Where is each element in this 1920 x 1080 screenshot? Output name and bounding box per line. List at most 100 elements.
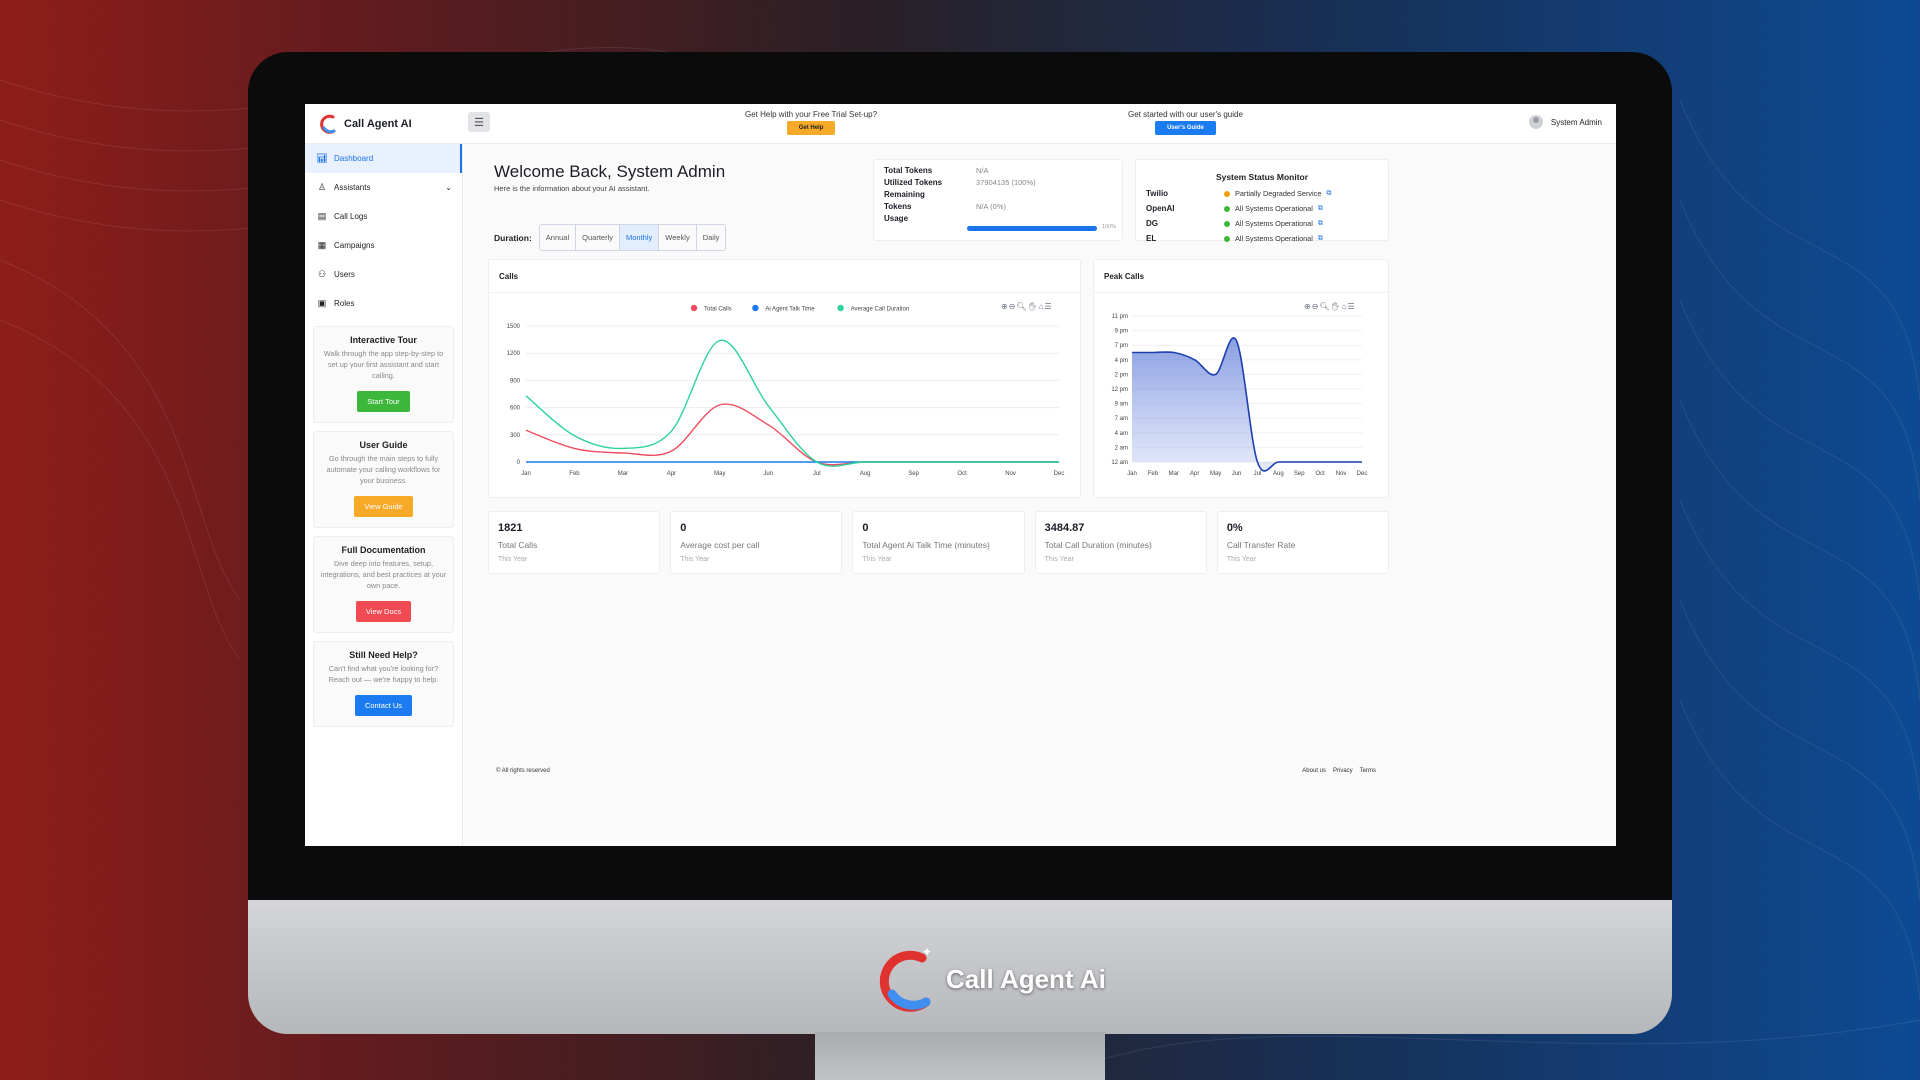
start-tour-button[interactable]: Start Tour xyxy=(357,391,410,412)
y-tick-label: 300 xyxy=(510,433,521,439)
help-banner: Get Help with your Free Trial Set-up? Ge… xyxy=(745,110,877,135)
duration-option-quarterly[interactable]: Quarterly xyxy=(576,225,620,250)
card-text: Walk through the app step-by-step to set… xyxy=(323,349,444,380)
x-tick-label: Jan xyxy=(1127,471,1137,477)
utilized-tokens-label: Utilized Tokens xyxy=(884,178,943,187)
duration-option-annual[interactable]: Annual xyxy=(540,225,577,250)
guide-banner: Get started with our user's guide User's… xyxy=(1128,110,1243,135)
x-tick-label: Nov xyxy=(1336,471,1347,477)
status-row-el: EL All Systems Operational ⧉ xyxy=(1146,231,1378,246)
y-tick-label: 11 pm xyxy=(1112,314,1128,320)
chin-brand-name: Call Agent Ai xyxy=(946,963,1106,994)
menu-toggle-button[interactable]: ☰ xyxy=(468,112,490,132)
duration-option-daily[interactable]: Daily xyxy=(697,225,726,250)
guide-text: Get started with our user's guide xyxy=(1128,110,1243,119)
chin-brand: ✦ Call Agent Ai xyxy=(874,944,1106,1014)
x-tick-label: Jul xyxy=(1254,471,1262,477)
chart-icon: 📊︎ xyxy=(316,153,328,163)
stat-total-calls: 1821 Total Calls This Year xyxy=(488,511,661,574)
stat-period: This Year xyxy=(1226,556,1256,563)
user-name: System Admin xyxy=(1550,117,1602,127)
x-tick-label: Dec xyxy=(1054,471,1065,477)
x-tick-label: Jul xyxy=(813,471,821,477)
external-link-icon[interactable]: ⧉ xyxy=(1318,220,1323,228)
duration-option-monthly[interactable]: Monthly xyxy=(619,225,660,250)
x-tick-label: Jan xyxy=(521,471,531,477)
users-icon: ⚇ xyxy=(317,269,327,279)
app-logo[interactable]: Call Agent AI xyxy=(319,113,412,135)
y-tick-label: 7 pm xyxy=(1115,343,1128,349)
sidebar-item-users[interactable]: ⚇ Users xyxy=(305,260,462,289)
service-name: EL xyxy=(1146,234,1157,243)
footer-link-about[interactable]: About us xyxy=(1302,768,1326,774)
card-title: User Guide xyxy=(359,440,408,450)
y-tick-label: 12 am xyxy=(1111,460,1128,466)
svg-text:✦: ✦ xyxy=(922,945,932,959)
service-state: All Systems Operational xyxy=(1235,204,1313,213)
welcome-header: Welcome Back, System Admin Here is the i… xyxy=(494,162,725,193)
tokens-label: Tokens xyxy=(884,202,912,211)
sidebar-item-campaigns[interactable]: ▦ Campaigns xyxy=(305,231,462,260)
y-tick-label: 9 pm xyxy=(1115,329,1128,335)
sidebar-item-dashboard[interactable]: 📊︎ Dashboard xyxy=(305,144,462,173)
card-title: Still Need Help? xyxy=(349,650,418,660)
y-tick-label: 4 am xyxy=(1115,431,1128,437)
sidebar-item-roles[interactable]: ▣ Roles xyxy=(305,289,462,318)
service-name: OpenAI xyxy=(1146,204,1175,213)
users-guide-button[interactable]: User's Guide xyxy=(1155,121,1216,135)
external-link-icon[interactable]: ⧉ xyxy=(1326,190,1331,198)
sidebar-item-label: Roles xyxy=(334,299,355,308)
utilized-tokens-value: 37904135 (100%) xyxy=(976,178,1036,187)
campaign-icon: ▦ xyxy=(317,240,327,250)
calls-chart: 0 300 600 900 1200 1500 Jan Feb Mar Apr May Jun Jul A… xyxy=(507,304,1065,477)
stat-period: This Year xyxy=(862,556,892,563)
menu-icon: ☰ xyxy=(474,116,484,129)
stat-average-cost: 0 Average cost per call This Year xyxy=(670,511,843,574)
y-tick-label: 9 am xyxy=(1115,402,1128,408)
peak-calls-chart-panel: Peak Calls ⊕⊖🔍︎✋︎⌂☰ 12 am 2 am 4 am 7 am 9 a… xyxy=(1093,259,1389,498)
chevron-down-icon: ⌄ xyxy=(445,183,452,192)
footer-link-privacy[interactable]: Privacy xyxy=(1333,768,1353,774)
x-tick-label: Dec xyxy=(1357,471,1368,477)
view-guide-button[interactable]: View Guide xyxy=(354,496,413,517)
y-tick-label: 1500 xyxy=(507,324,521,330)
x-tick-label: May xyxy=(714,471,725,477)
user-menu[interactable]: System Admin xyxy=(1528,115,1602,129)
status-dot xyxy=(1224,220,1230,227)
x-tick-label: Mar xyxy=(618,471,628,477)
sidebar-item-call-logs[interactable]: ▤ Call Logs xyxy=(305,202,462,231)
duration-segmented-control: Annual Quarterly Monthly Weekly Daily xyxy=(538,224,727,251)
sidebar-item-assistants[interactable]: ♙ Assistants ⌄ xyxy=(305,173,462,202)
x-tick-label: Aug xyxy=(860,471,871,477)
sidebar-item-label: Call Logs xyxy=(334,212,368,221)
x-tick-label: Aug xyxy=(1273,471,1284,477)
stat-period: This Year xyxy=(1044,556,1074,563)
external-link-icon[interactable]: ⧉ xyxy=(1318,235,1323,243)
legend-label: Ai Agent Talk Time xyxy=(765,307,815,313)
remaining-tokens-value: N/A (0%) xyxy=(976,202,1007,211)
footer-link-terms[interactable]: Terms xyxy=(1360,768,1376,774)
stat-value: 0% xyxy=(1226,522,1243,534)
documentation-card: Full Documentation Dive deep into featur… xyxy=(313,536,454,633)
app-name: Call Agent AI xyxy=(344,118,412,130)
stat-label: Total Calls xyxy=(498,540,538,550)
total-tokens-label: Total Tokens xyxy=(884,166,933,175)
stat-value: 0 xyxy=(680,522,687,534)
service-state: Partially Degraded Service xyxy=(1235,189,1322,198)
system-status-card: System Status Monitor Twilio Partially D… xyxy=(1135,159,1389,243)
series-line xyxy=(525,339,1059,467)
stat-call-duration: 3484.87 Total Call Duration (minutes) Th… xyxy=(1034,511,1207,574)
contact-us-button[interactable]: Contact Us xyxy=(354,695,413,716)
stat-value: 3484.87 xyxy=(1044,522,1085,534)
need-help-card: Still Need Help? Can't find what you're … xyxy=(313,641,454,727)
card-text: Go through the main steps to fully autom… xyxy=(326,454,441,485)
x-tick-label: May xyxy=(1210,471,1221,477)
get-help-button[interactable]: Get Help xyxy=(786,121,836,135)
legend-label: Average Call Duration xyxy=(851,307,910,313)
usage-progress-fill xyxy=(967,226,1097,231)
external-link-icon[interactable]: ⧉ xyxy=(1318,205,1323,213)
duration-label: Duration: xyxy=(494,232,532,243)
duration-option-weekly[interactable]: Weekly xyxy=(659,225,697,250)
view-docs-button[interactable]: View Docs xyxy=(355,601,412,622)
total-tokens-value: N/A xyxy=(976,166,989,175)
